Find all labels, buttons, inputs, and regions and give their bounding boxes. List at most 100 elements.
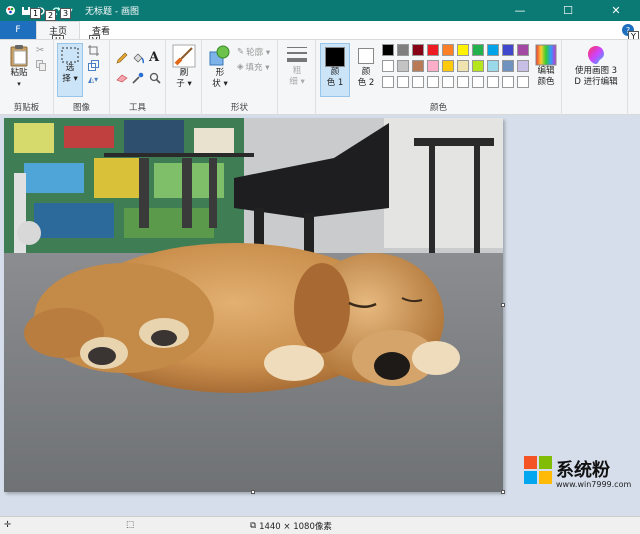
canvas-resize-handle-right[interactable]: [501, 303, 505, 307]
palette-swatch[interactable]: [502, 44, 514, 56]
palette-swatch[interactable]: [517, 60, 529, 72]
fill-label: 填充 ▾: [245, 63, 270, 73]
color1-swatch: [325, 47, 345, 67]
text-icon[interactable]: A: [149, 50, 159, 65]
outline-label: 轮廓 ▾: [246, 48, 271, 58]
group-shapes: 形 状 ▾ ✎ 轮廓 ▾ ◈ 填充 ▾ 形状: [202, 40, 278, 115]
select-button[interactable]: 选 择 ▾: [57, 43, 83, 97]
ribbon: 粘贴 ▾ ✂ 剪贴板 选 择 ▾ ◭▾ 图像 A 工具 刷 子 ▾ 形 状 ▾ …: [0, 39, 640, 115]
color2-swatch: [358, 48, 374, 64]
fill-icon: ◈: [237, 62, 244, 72]
pencil-icon[interactable]: [116, 52, 128, 67]
color1-label-1: 颜: [330, 67, 340, 77]
palette-swatch[interactable]: [397, 60, 409, 72]
group-clipboard: 粘贴 ▾ ✂ 剪贴板: [0, 40, 54, 115]
palette-swatch[interactable]: [502, 76, 514, 88]
title-bar: ▾ 无标题 - 画图 — ☐ ✕: [0, 0, 640, 21]
image-size: ⧉ 1440 × 1080像素: [250, 520, 332, 532]
color2-button[interactable]: 颜 色 2: [352, 44, 380, 89]
edit-with-paint3d-button[interactable]: 使用画图 3 D 进行编辑: [566, 44, 626, 88]
palette-swatch[interactable]: [502, 60, 514, 72]
palette-swatch[interactable]: [487, 44, 499, 56]
select-label-2: 择 ▾: [62, 74, 78, 84]
edit-colors-button[interactable]: 编辑 颜色: [532, 44, 560, 88]
paint-app-icon[interactable]: [4, 4, 17, 17]
palette-swatch[interactable]: [472, 76, 484, 88]
group-image: 选 择 ▾ ◭▾ 图像: [54, 40, 110, 115]
palette-swatch[interactable]: [427, 44, 439, 56]
palette-swatch[interactable]: [442, 76, 454, 88]
shapes-label-1: 形: [215, 68, 225, 78]
palette-swatch[interactable]: [412, 44, 424, 56]
palette-swatch[interactable]: [397, 44, 409, 56]
keytip-qa1: 1: [30, 8, 42, 19]
size-button[interactable]: 粗 细 ▾: [283, 44, 311, 88]
palette-swatch[interactable]: [457, 44, 469, 56]
crop-icon[interactable]: [88, 45, 99, 59]
watermark: 系统粉 www.win7999.com: [524, 456, 634, 508]
line-width-icon: [287, 47, 307, 62]
palette-swatch[interactable]: [472, 44, 484, 56]
palette-swatch[interactable]: [412, 60, 424, 72]
color-palette: [382, 44, 532, 92]
group-colors: 颜 色 1 颜 色 2 编辑 颜色 颜色: [316, 40, 562, 115]
canvas-resize-handle-corner[interactable]: [501, 490, 505, 494]
magnifier-icon[interactable]: [149, 72, 161, 87]
palette-swatch[interactable]: [457, 76, 469, 88]
palette-swatch[interactable]: [397, 76, 409, 88]
eraser-icon[interactable]: [116, 73, 128, 86]
canvas-resize-handle-bottom[interactable]: [251, 490, 255, 494]
paint3d-label-1: 使用画图 3: [574, 66, 618, 76]
window-title: 无标题 - 画图: [85, 7, 139, 17]
minimize-button[interactable]: —: [496, 0, 544, 21]
brush-icon: [172, 44, 196, 68]
close-button[interactable]: ✕: [592, 0, 640, 21]
palette-swatch[interactable]: [382, 76, 394, 88]
fill-button[interactable]: ◈ 填充 ▾: [237, 61, 270, 73]
outline-icon: ✎: [237, 47, 245, 57]
shapes-button[interactable]: 形 状 ▾: [206, 44, 234, 90]
image-size-icon: ⧉: [250, 521, 257, 531]
image-size-text: 1440 × 1080像素: [259, 522, 332, 532]
drawing-canvas[interactable]: [4, 118, 503, 492]
rotate-icon[interactable]: ◭▾: [88, 75, 98, 84]
palette-swatch[interactable]: [517, 76, 529, 88]
paste-button[interactable]: 粘贴 ▾: [5, 44, 33, 90]
file-tab[interactable]: F: [0, 21, 36, 39]
palette-swatch[interactable]: [442, 60, 454, 72]
resize-icon[interactable]: [88, 60, 99, 74]
group-tools: A 工具: [110, 40, 166, 115]
tab-view[interactable]: 查看: [80, 21, 122, 39]
size-label-2: 细 ▾: [289, 77, 305, 87]
palette-swatch[interactable]: [382, 60, 394, 72]
palette-swatch[interactable]: [487, 60, 499, 72]
palette-swatch[interactable]: [442, 44, 454, 56]
windows-logo-icon: [524, 456, 552, 484]
edit-colors-label-2: 颜色: [537, 77, 555, 87]
palette-swatch[interactable]: [517, 44, 529, 56]
palette-swatch[interactable]: [427, 60, 439, 72]
cut-icon[interactable]: ✂: [36, 45, 44, 56]
group-brushes: 刷 子 ▾: [166, 40, 202, 115]
maximize-button[interactable]: ☐: [544, 0, 592, 21]
color1-button[interactable]: 颜 色 1: [320, 43, 350, 97]
palette-swatch[interactable]: [427, 76, 439, 88]
brushes-label-2: 子 ▾: [176, 79, 192, 89]
palette-swatch[interactable]: [472, 60, 484, 72]
tools-group-label: 工具: [128, 103, 146, 113]
brushes-button[interactable]: 刷 子 ▾: [170, 44, 198, 90]
rainbow-palette-icon: [535, 44, 557, 66]
palette-swatch[interactable]: [457, 60, 469, 72]
copy-icon[interactable]: [36, 60, 46, 74]
colors-group-label: 颜色: [429, 103, 447, 113]
fill-bucket-icon[interactable]: [132, 52, 145, 67]
outline-button[interactable]: ✎ 轮廓 ▾: [237, 46, 270, 58]
palette-swatch[interactable]: [412, 76, 424, 88]
palette-swatch[interactable]: [382, 44, 394, 56]
clipboard-icon: [10, 45, 28, 67]
clipboard-group-label: 剪贴板: [13, 103, 40, 113]
status-bar: ✛ ⬚ ⧉ 1440 × 1080像素: [0, 516, 640, 534]
palette-swatch[interactable]: [487, 76, 499, 88]
color-picker-icon[interactable]: [132, 72, 144, 87]
image-group-label: 图像: [72, 103, 90, 113]
